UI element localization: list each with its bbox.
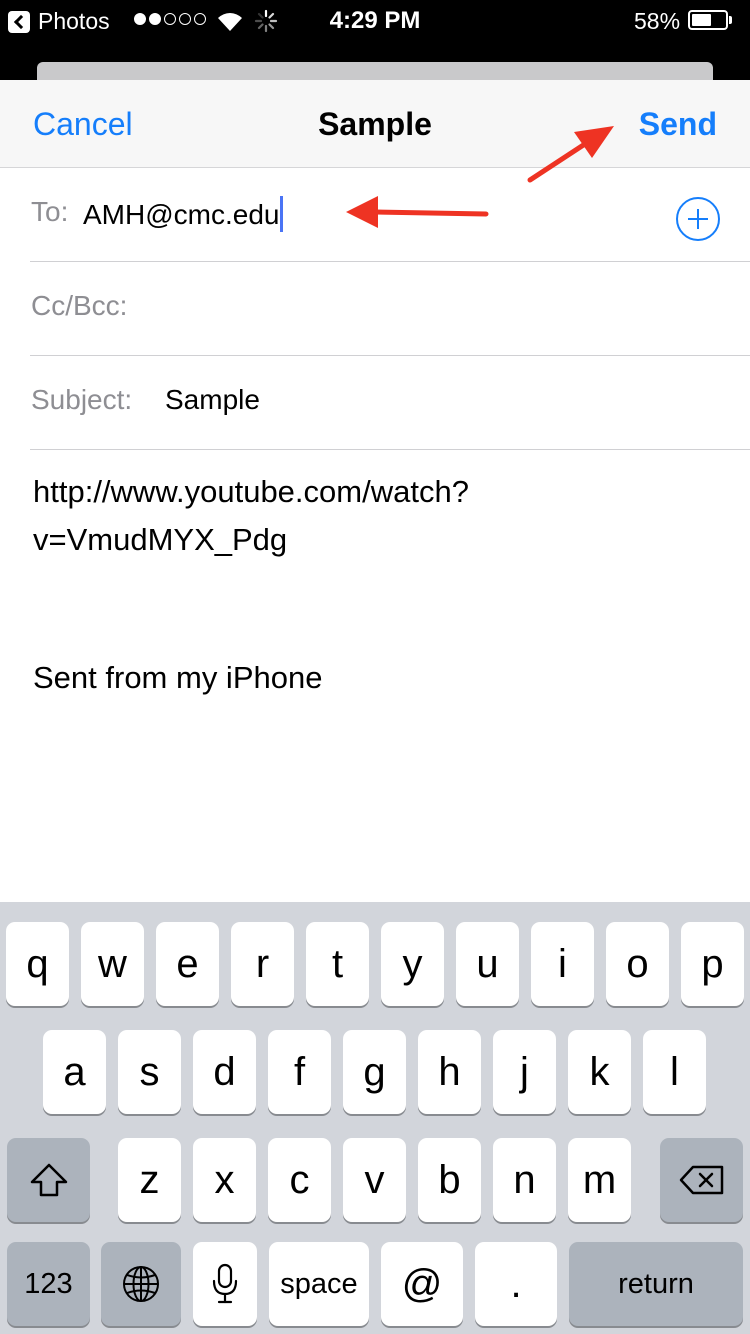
battery-level-fill — [692, 14, 711, 26]
email-signature: Sent from my iPhone — [33, 660, 323, 695]
key-t[interactable]: t — [306, 922, 369, 1006]
to-label: To: — [31, 196, 69, 227]
ccbcc-field[interactable]: Cc/Bcc: — [0, 262, 750, 356]
text-cursor — [280, 196, 284, 232]
delete-key[interactable] — [660, 1138, 743, 1222]
shift-key[interactable] — [7, 1138, 90, 1222]
key-y[interactable]: y — [381, 922, 444, 1006]
key-c[interactable]: c — [268, 1138, 331, 1222]
key-h[interactable]: h — [418, 1030, 481, 1114]
at-key[interactable]: @ — [381, 1242, 463, 1326]
add-contact-button[interactable] — [676, 197, 720, 241]
key-a[interactable]: a — [43, 1030, 106, 1114]
key-z[interactable]: z — [118, 1138, 181, 1222]
period-key[interactable]: . — [475, 1242, 557, 1326]
key-q[interactable]: q — [6, 922, 69, 1006]
key-j[interactable]: j — [493, 1030, 556, 1114]
subject-field[interactable]: Subject: Sample — [0, 356, 750, 450]
message-body[interactable]: http://www.youtube.com/watch? v=VmudMYX_… — [33, 468, 723, 564]
key-r[interactable]: r — [231, 922, 294, 1006]
globe-key[interactable] — [101, 1242, 181, 1326]
key-f[interactable]: f — [268, 1030, 331, 1114]
status-bar: Photos 4:29 PM 58% — [0, 0, 750, 80]
ccbcc-label: Cc/Bcc: — [31, 290, 128, 321]
numbers-key[interactable]: 123 — [7, 1242, 90, 1326]
globe-icon — [123, 1266, 159, 1302]
return-key[interactable]: return — [569, 1242, 743, 1326]
keyboard: qwertyuiop asdfghjkl zxcvbnm 123 space @… — [0, 902, 750, 1334]
key-v[interactable]: v — [343, 1138, 406, 1222]
key-g[interactable]: g — [343, 1030, 406, 1114]
key-l[interactable]: l — [643, 1030, 706, 1114]
key-p[interactable]: p — [681, 922, 744, 1006]
to-recipient-text: AMH@cmc.edu — [83, 199, 280, 230]
subject-input[interactable]: Sample — [165, 384, 260, 416]
key-d[interactable]: d — [193, 1030, 256, 1114]
subject-label: Subject: — [31, 384, 133, 415]
shift-arrow-icon — [30, 1163, 67, 1197]
space-key[interactable]: space — [269, 1242, 369, 1326]
key-u[interactable]: u — [456, 922, 519, 1006]
key-s[interactable]: s — [118, 1030, 181, 1114]
key-e[interactable]: e — [156, 922, 219, 1006]
key-x[interactable]: x — [193, 1138, 256, 1222]
key-i[interactable]: i — [531, 922, 594, 1006]
send-button[interactable]: Send — [639, 106, 717, 143]
battery-percent: 58% — [634, 8, 681, 34]
key-w[interactable]: w — [81, 922, 144, 1006]
to-input[interactable]: AMH@cmc.edu — [83, 196, 284, 232]
cancel-button[interactable]: Cancel — [33, 106, 133, 143]
key-o[interactable]: o — [606, 922, 669, 1006]
body-line: http://www.youtube.com/watch? — [33, 474, 469, 509]
background-sheet-edge — [37, 62, 713, 80]
microphone-icon — [212, 1263, 238, 1304]
dictation-key[interactable] — [193, 1242, 257, 1326]
to-field[interactable]: To: AMH@cmc.edu — [0, 168, 750, 262]
backspace-icon — [679, 1165, 723, 1195]
key-k[interactable]: k — [568, 1030, 631, 1114]
key-b[interactable]: b — [418, 1138, 481, 1222]
key-m[interactable]: m — [568, 1138, 631, 1222]
compose-nav-bar: Cancel Sample Send — [0, 80, 750, 168]
key-n[interactable]: n — [493, 1138, 556, 1222]
field-divider — [30, 449, 750, 450]
battery-cap — [729, 16, 732, 24]
battery-icon — [688, 10, 728, 30]
body-line: v=VmudMYX_Pdg — [33, 522, 288, 557]
